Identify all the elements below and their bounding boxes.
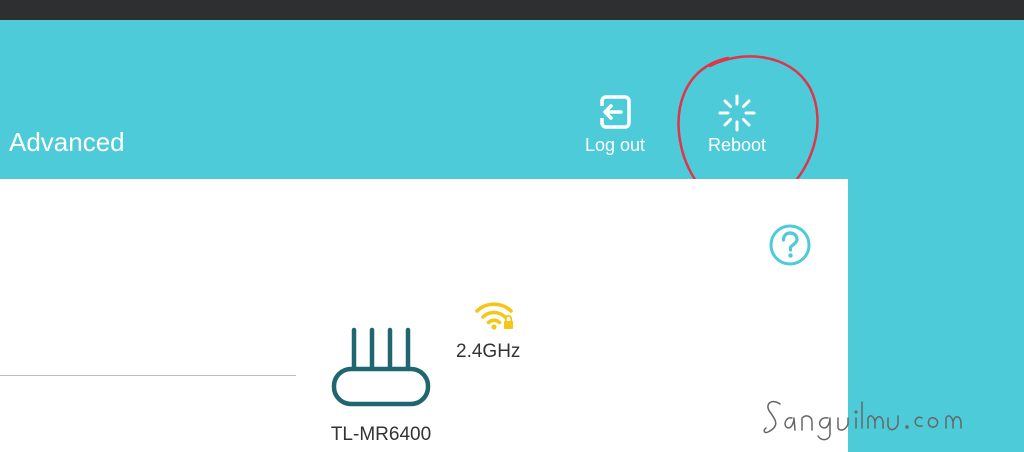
logout-icon [598,95,631,129]
help-icon[interactable] [768,223,812,267]
top-bar-strip [0,0,1024,20]
wifi-lock-icon [475,302,513,330]
reboot-spinner-icon [718,94,756,132]
router-icon [331,327,431,407]
watermark-signature [763,400,962,441]
divider-line [0,375,296,376]
router-admin-page: Advanced Log out Reboot TL-MR6400 2.4GHz [0,0,1024,452]
content-panel [0,179,848,452]
reboot-button[interactable]: Reboot [700,93,774,156]
device-model-label: TL-MR6400 [330,424,432,445]
tab-advanced[interactable]: Advanced [9,125,125,159]
reboot-label: Reboot [707,135,767,155]
wifi-band-label: 2.4GHz [456,341,521,362]
logout-button[interactable]: Log out [578,93,652,156]
logout-label: Log out [584,135,646,155]
